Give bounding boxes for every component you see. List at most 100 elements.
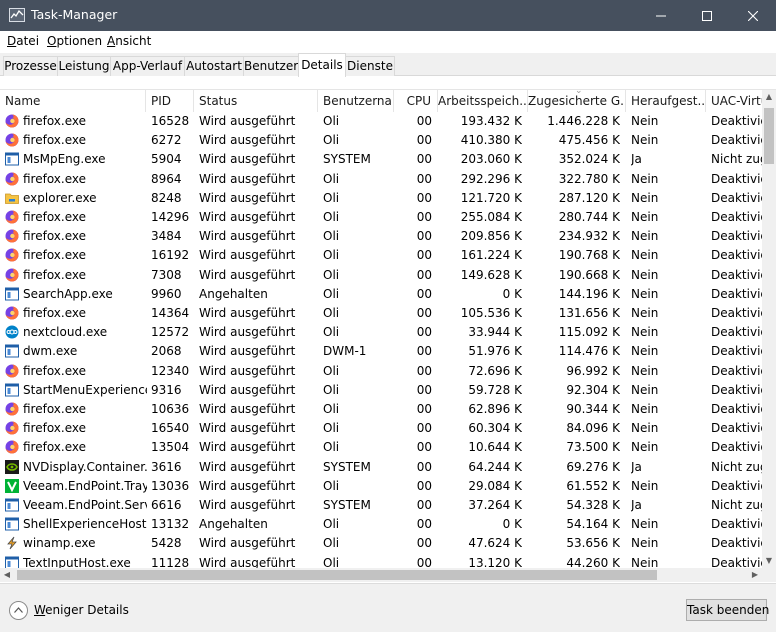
- cell-cpu: 00: [416, 306, 432, 320]
- firefox-icon: [5, 114, 19, 128]
- cell-commit: 287.120 K: [558, 190, 620, 205]
- table-row[interactable]: firefox.exe 14296 Wird ausgeführt Oli 00 255.…: [0, 208, 762, 227]
- cell-pid: 12572: [151, 325, 190, 340]
- table-row[interactable]: nextcloud.exe 12572 Wird ausgeführt Oli 00 33…: [0, 323, 762, 342]
- cell-uac: Deaktivie: [711, 190, 762, 205]
- table-row[interactable]: dwm.exe 2068 Wird ausgeführt DWM-1 00 51.976 …: [0, 342, 762, 361]
- scroll-left-icon[interactable]: ◀: [0, 568, 14, 582]
- cell-cpu: 00: [416, 363, 432, 378]
- table-row[interactable]: MsMpEng.exe 5904 Wird ausgeführt SYSTEM 00 20…: [0, 150, 762, 169]
- cell-memory: 64.244 K: [468, 459, 522, 474]
- table-row[interactable]: Veeam.EndPoint.Tray.... 13036 Wird ausgefü…: [0, 477, 762, 496]
- cell-status: Wird ausgeführt: [199, 459, 296, 474]
- table-row[interactable]: firefox.exe 16528 Wird ausgeführt Oli 00 193.…: [0, 112, 762, 131]
- tab-app-verlauf[interactable]: App-Verlauf: [110, 56, 185, 76]
- table-row[interactable]: firefox.exe 16192 Wird ausgeführt Oli 00 161.…: [0, 246, 762, 265]
- scroll-up-icon[interactable]: ▲: [762, 90, 776, 104]
- cell-memory: 193.432 K: [460, 114, 522, 128]
- cell-elevated: Nein: [631, 267, 659, 282]
- cell-name: firefox.exe: [23, 306, 87, 320]
- window-app-icon: [5, 287, 19, 301]
- table-row[interactable]: firefox.exe 13504 Wird ausgeführt Oli 00 10.6…: [0, 438, 762, 457]
- column-header-status[interactable]: Status: [194, 90, 318, 112]
- cell-status: Wird ausgeführt: [199, 440, 296, 455]
- table-row[interactable]: SearchApp.exe 9960 Angehalten Oli 00 0 K 144.1…: [0, 285, 762, 304]
- task-manager-icon: [9, 8, 25, 22]
- horizontal-scroll-thumb[interactable]: [17, 570, 657, 580]
- cell-pid: 6616: [151, 498, 182, 512]
- table-row[interactable]: firefox.exe 16540 Wird ausgeführt Oli 00 60.3…: [0, 419, 762, 438]
- tab-details[interactable]: Details: [298, 53, 346, 77]
- tab-autostart[interactable]: Autostart: [184, 56, 244, 76]
- table-row[interactable]: NVDisplay.Container.... 3616 Wird ausgefüh…: [0, 458, 762, 477]
- column-header-cpu[interactable]: CPU: [394, 90, 438, 112]
- tab-benutzer[interactable]: Benutzer: [243, 56, 299, 76]
- column-header-pid[interactable]: PID: [146, 90, 194, 112]
- column-header-elevated[interactable]: Heraufgest...: [626, 90, 706, 112]
- cell-cpu: 00: [416, 498, 432, 512]
- cell-status: Wird ausgeführt: [199, 363, 296, 378]
- cell-commit: 96.992 K: [566, 363, 620, 378]
- column-header-memory[interactable]: Arbeitsspeich...: [438, 90, 528, 112]
- cell-elevated: Nein: [631, 248, 659, 263]
- cell-cpu: 00: [416, 152, 432, 167]
- column-header-uac[interactable]: UAC-Virtu: [706, 90, 762, 112]
- table-row[interactable]: firefox.exe 6272 Wird ausgeführt Oli 00 410.3…: [0, 131, 762, 150]
- vertical-scroll-thumb[interactable]: [764, 108, 774, 164]
- cell-uac: Deaktivie: [711, 440, 762, 455]
- table-row[interactable]: StartMenuExperience... 9316 Wird ausgeführ…: [0, 381, 762, 400]
- table-row[interactable]: firefox.exe 3484 Wird ausgeführt Oli 00 209.8…: [0, 227, 762, 246]
- cell-status: Wird ausgeführt: [199, 190, 296, 205]
- minimize-button[interactable]: [638, 0, 684, 31]
- cell-commit: 144.196 K: [558, 286, 620, 301]
- cell-commit: 92.304 K: [566, 382, 620, 397]
- vertical-scrollbar[interactable]: ▲ ▼: [762, 90, 776, 568]
- cell-pid: 9316: [151, 382, 182, 397]
- horizontal-scrollbar[interactable]: ◀ ▶: [0, 568, 762, 582]
- cell-commit: 475.456 K: [558, 133, 620, 148]
- column-header-user[interactable]: Benutzerna...: [318, 90, 394, 112]
- scrollbar-corner: [762, 568, 776, 582]
- veeam-icon: [5, 478, 19, 493]
- cell-name: firefox.exe: [23, 210, 87, 224]
- firefox-icon: [5, 229, 19, 243]
- title-bar[interactable]: Task-Manager: [0, 0, 776, 31]
- chevron-up-icon[interactable]: [9, 601, 28, 620]
- table-row[interactable]: explorer.exe 8248 Wird ausgeführt Oli 00 121.…: [0, 189, 762, 208]
- table-row[interactable]: firefox.exe 7308 Wird ausgeführt Oli 00 149.6…: [0, 266, 762, 285]
- column-header-name[interactable]: Name: [0, 90, 146, 112]
- menu-datei[interactable]: Datei: [7, 34, 39, 48]
- cell-user: SYSTEM: [323, 459, 371, 474]
- fewer-details-label[interactable]: Weniger Details: [34, 603, 129, 617]
- cell-status: Wird ausgeführt: [199, 536, 296, 551]
- tab-dienste[interactable]: Dienste: [345, 56, 395, 76]
- menu-optionen[interactable]: Optionen: [47, 34, 102, 48]
- table-row[interactable]: Veeam.EndPoint.Servi... 6616 Wird ausgefüh…: [0, 496, 762, 515]
- table-row[interactable]: TextInputHost.exe 11128 Wird ausgeführt Oli…: [0, 554, 762, 568]
- table-row[interactable]: firefox.exe 12340 Wird ausgeführt Oli 00 72.6…: [0, 362, 762, 381]
- table-row[interactable]: firefox.exe 8964 Wird ausgeführt Oli 00 292.2…: [0, 170, 762, 189]
- table-row[interactable]: firefox.exe 10636 Wird ausgeführt Oli 00 62.8…: [0, 400, 762, 419]
- cell-name: explorer.exe: [23, 190, 97, 205]
- sort-descending-icon: ⌄: [575, 86, 583, 96]
- cell-name: firefox.exe: [23, 248, 87, 263]
- scroll-down-icon[interactable]: ▼: [762, 554, 776, 568]
- scroll-right-icon[interactable]: ▶: [748, 568, 762, 582]
- tab-prozesse[interactable]: Prozesse: [3, 56, 58, 76]
- cell-pid: 5428: [151, 536, 182, 551]
- cell-commit: 53.656 K: [566, 536, 620, 551]
- tab-leistung[interactable]: Leistung: [57, 56, 111, 76]
- cell-status: Wird ausgeführt: [199, 555, 296, 568]
- cell-uac: Deaktivie: [711, 133, 762, 148]
- window-app-icon: [5, 383, 19, 397]
- cell-pid: 2068: [151, 344, 182, 359]
- maximize-button[interactable]: [684, 0, 730, 31]
- table-row[interactable]: firefox.exe 14364 Wird ausgeführt Oli 00 105.…: [0, 304, 762, 323]
- cell-status: Wird ausgeführt: [199, 248, 296, 263]
- cell-uac: Deaktivie: [711, 536, 762, 551]
- close-button[interactable]: [730, 0, 776, 31]
- menu-ansicht[interactable]: Ansicht: [107, 34, 151, 48]
- table-row[interactable]: ShellExperienceHost.... 13132 Angehalten Ol…: [0, 515, 762, 534]
- end-task-button[interactable]: Task beenden: [686, 599, 769, 621]
- table-row[interactable]: winamp.exe 5428 Wird ausgeführt Oli 00 47.624…: [0, 534, 762, 553]
